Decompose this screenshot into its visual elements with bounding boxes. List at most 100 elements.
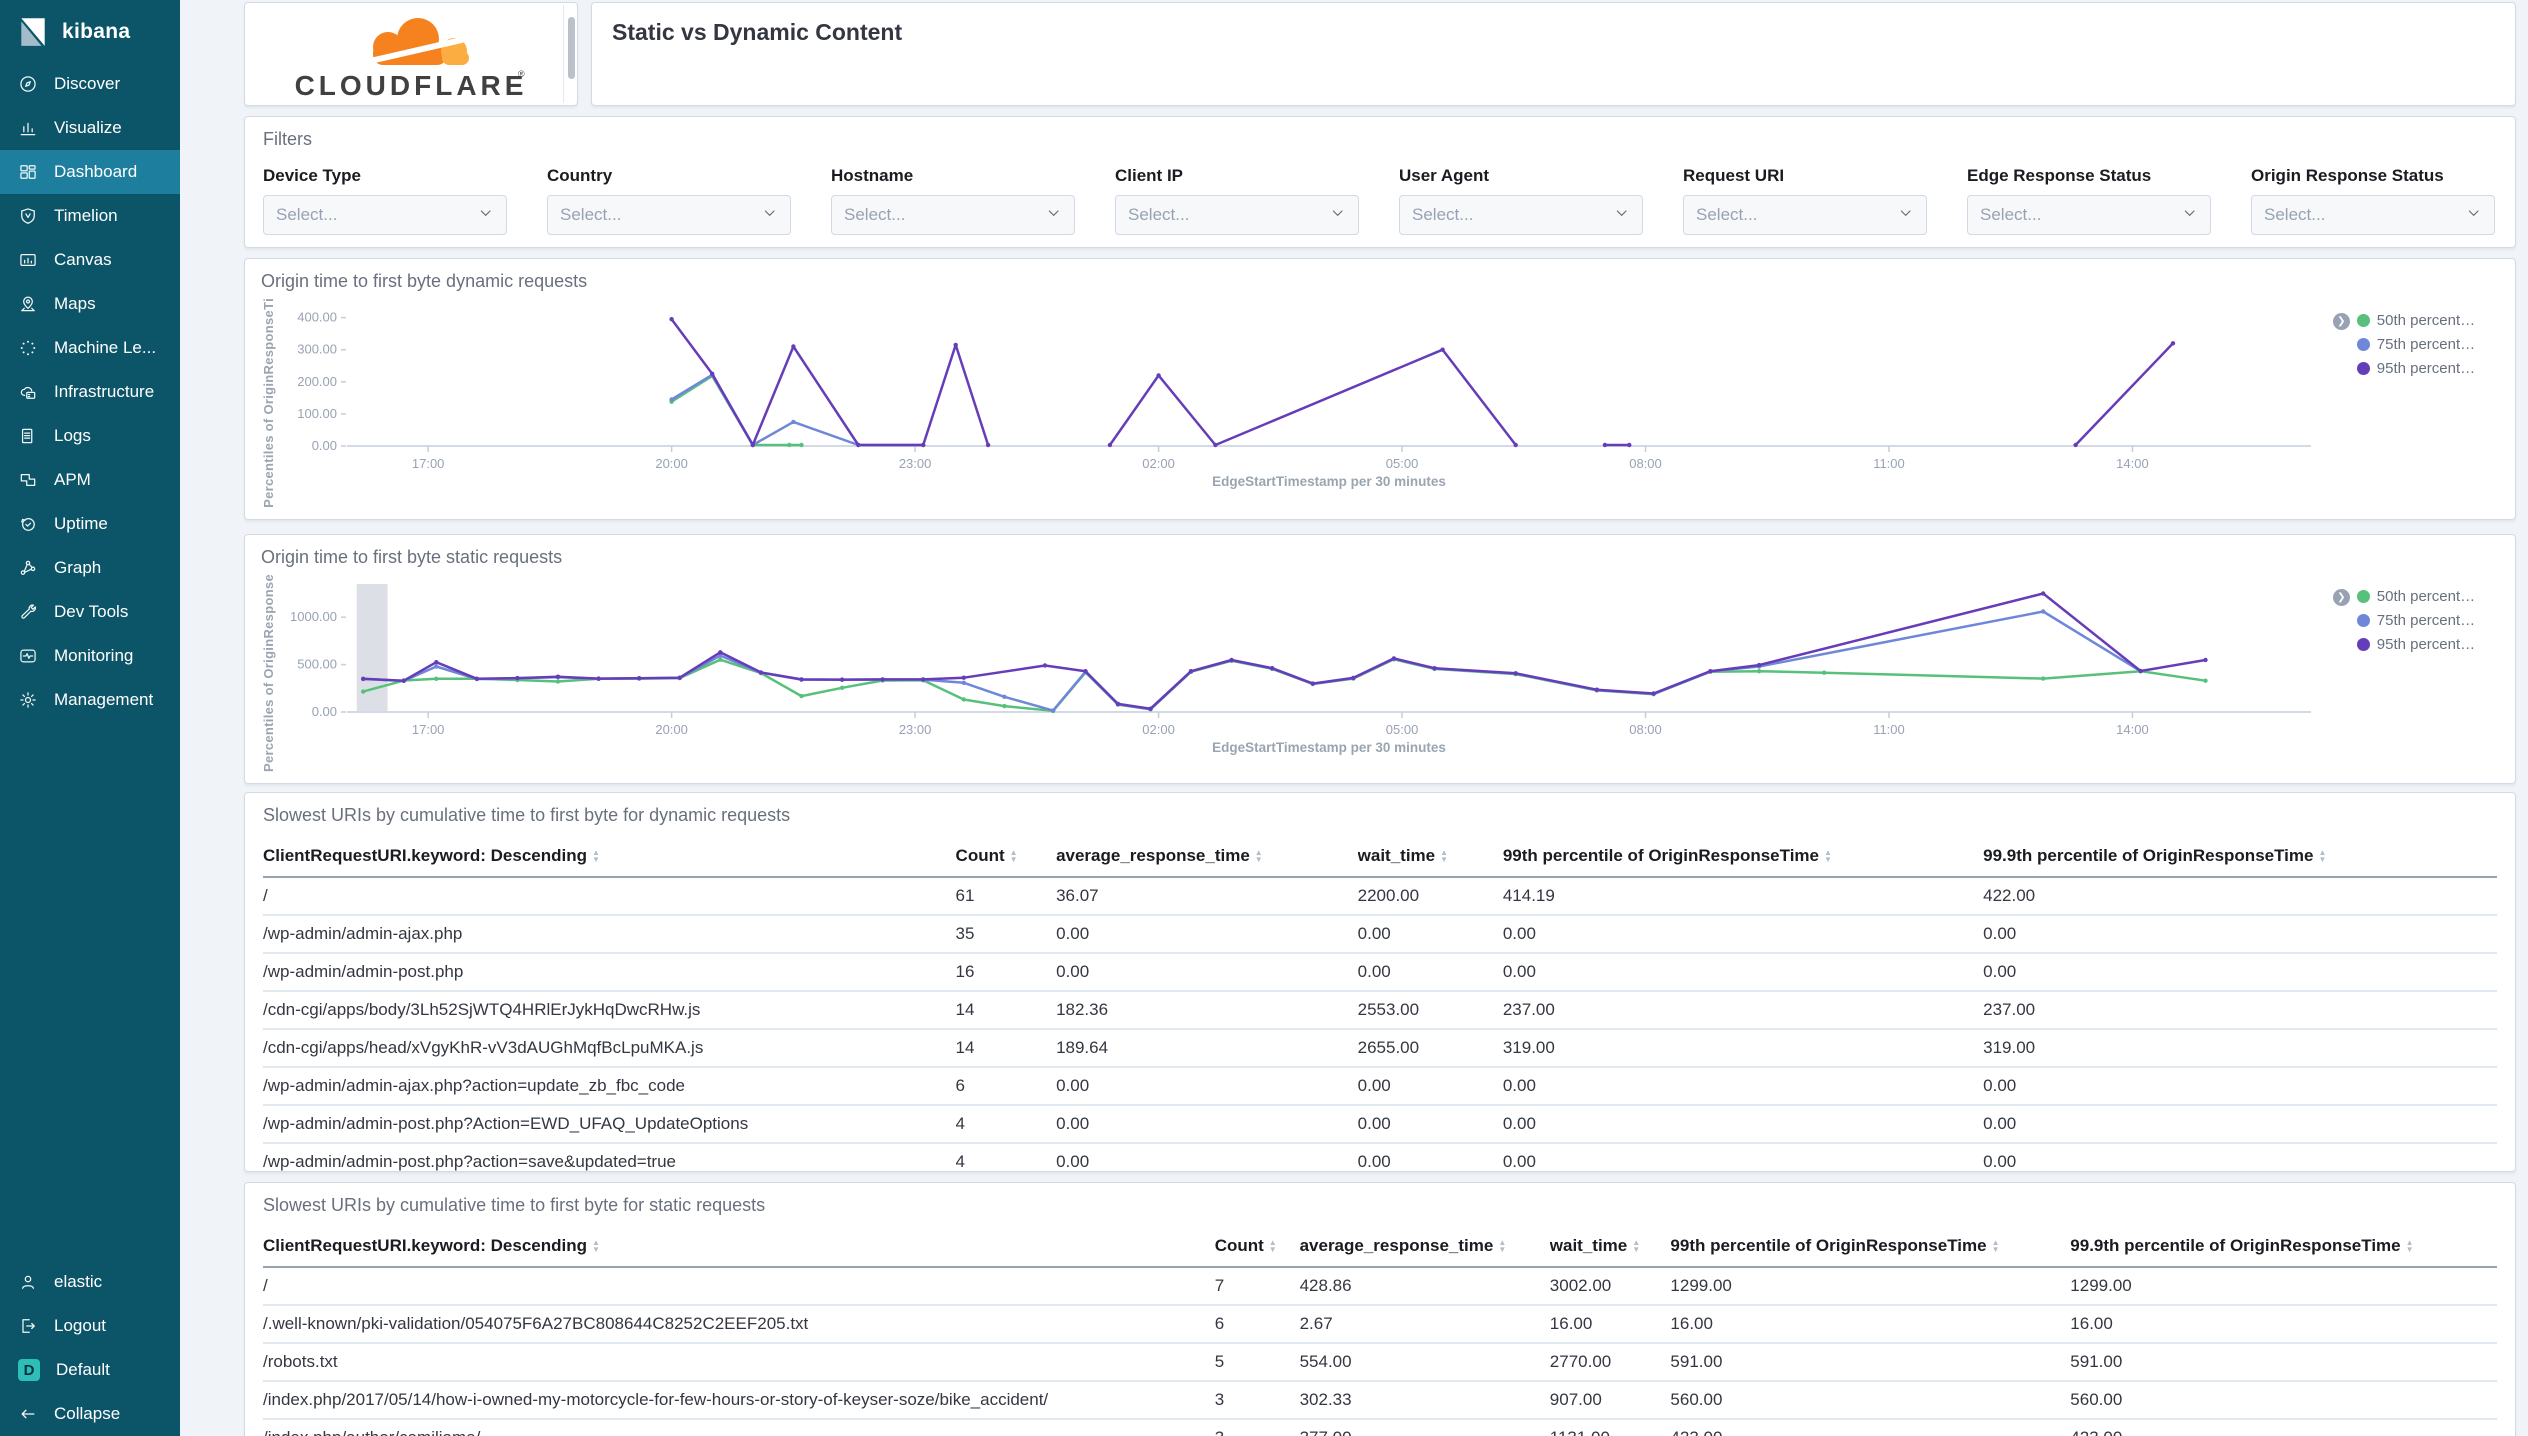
- sidebar-item-graph[interactable]: Graph: [0, 546, 180, 590]
- legend-color-dot: [2356, 614, 2370, 627]
- maps-icon: [18, 294, 38, 314]
- filter-select-origin-response-status[interactable]: Select...: [2251, 195, 2495, 235]
- sidebar-item-apm[interactable]: APM: [0, 458, 180, 502]
- slowest-uris-static-table: ClientRequestURI.keyword: Descending ▲ ▼ Co…: [263, 1226, 2497, 1436]
- column-header-count[interactable]: Count ▲ ▼: [1214, 1226, 1300, 1268]
- sidebar-item-timelion[interactable]: Timelion: [0, 194, 180, 238]
- value-cell: 591.00: [2070, 1343, 2497, 1382]
- line-chart-static[interactable]: 0.00 500.00 1000.00 17:00 20:00 23:00 02:00 05:…: [283, 574, 2323, 756]
- sidebar-item-logs[interactable]: Logs: [0, 414, 180, 458]
- column-header-99-9th-percentile-of-originresponsetime[interactable]: 99.9th percentile of OriginResponseTime ▲…: [2070, 1226, 2497, 1268]
- sidebar-item-label: Logs: [54, 426, 91, 445]
- legend-item-75th-percentile[interactable]: 75th percent…: [2356, 612, 2476, 629]
- filters-panel: Filters Device Type Select... Country Selec…: [244, 116, 2516, 248]
- sidebar-item-canvas[interactable]: Canvas: [0, 238, 180, 282]
- column-header-wait-time[interactable]: wait_time ▲ ▼: [1549, 1226, 1671, 1268]
- uri-cell: /: [263, 877, 956, 916]
- value-cell: 907.00: [1549, 1381, 1671, 1420]
- sidebar-item-label: Dashboard: [54, 162, 138, 181]
- value-cell: 0.00: [1357, 915, 1503, 954]
- sidebar-item-label: Collapse: [54, 1404, 121, 1423]
- sidebar-item-logout[interactable]: Logout: [0, 1304, 180, 1348]
- legend-toggle-icon[interactable]: ❯: [2332, 589, 2350, 606]
- svg-text:14:00: 14:00: [2116, 722, 2149, 737]
- svg-text:EdgeStartTimestamp per 30 minu: EdgeStartTimestamp per 30 minutes: [1212, 474, 1446, 489]
- value-cell: 0.00: [1502, 1143, 1984, 1171]
- legend-item-50th-percentile[interactable]: 50th percent…: [2356, 588, 2475, 605]
- column-header-clientrequesturi-keyword-descending[interactable]: ClientRequestURI.keyword: Descending ▲ ▼: [263, 1226, 1215, 1268]
- column-header-count[interactable]: Count ▲ ▼: [955, 836, 1057, 878]
- sidebar-item-default[interactable]: D Default: [0, 1348, 180, 1392]
- legend-toggle-icon[interactable]: ❯: [2332, 313, 2350, 330]
- kibana-logo[interactable]: kibana: [0, 0, 180, 62]
- legend-item-95th-percentile[interactable]: 95th percent…: [2356, 636, 2475, 653]
- chart-panel-static: Origin time to first byte static request…: [244, 534, 2516, 784]
- svg-text:08:00: 08:00: [1629, 722, 1662, 737]
- filter-select-user-agent[interactable]: Select...: [1399, 195, 1643, 235]
- table-row: /wp-admin/admin-ajax.php 35 0.00 0.00 0.00 0.…: [263, 915, 2497, 954]
- sidebar-item-uptime[interactable]: Uptime: [0, 502, 180, 546]
- filter-select-hostname[interactable]: Select...: [831, 195, 1075, 235]
- column-header-average-response-time[interactable]: average_response_time ▲ ▼: [1056, 836, 1358, 878]
- filter-select-country[interactable]: Select...: [547, 195, 791, 235]
- column-header-99th-percentile-of-originresponsetime[interactable]: 99th percentile of OriginResponseTime ▲ ▼: [1502, 836, 1984, 878]
- column-header-clientrequesturi-keyword-descending[interactable]: ClientRequestURI.keyword: Descending ▲ ▼: [263, 836, 956, 878]
- filter-select-device-type[interactable]: Select...: [263, 195, 507, 235]
- sidebar-item-dashboard[interactable]: Dashboard: [0, 150, 180, 194]
- column-header-wait-time[interactable]: wait_time ▲ ▼: [1357, 836, 1503, 878]
- sidebar-item-maps[interactable]: Maps: [0, 282, 180, 326]
- sort-carets-icon: ▲ ▼: [1632, 1237, 1641, 1254]
- sidebar-item-infrastructure[interactable]: Infrastructure: [0, 370, 180, 414]
- sidebar-item-monitoring[interactable]: Monitoring: [0, 634, 180, 678]
- select-placeholder: Select...: [1696, 205, 1758, 224]
- machine-learning-icon: [18, 338, 38, 358]
- sidebar-item-collapse[interactable]: Collapse: [0, 1392, 180, 1436]
- sidebar-item-label: Monitoring: [54, 646, 134, 665]
- filter-select-request-uri[interactable]: Select...: [1683, 195, 1927, 235]
- sidebar-item-dev-tools[interactable]: Dev Tools: [0, 590, 180, 634]
- column-header-99th-percentile-of-originresponsetime[interactable]: 99th percentile of OriginResponseTime ▲ ▼: [1670, 1226, 2071, 1268]
- filter-select-edge-response-status[interactable]: Select...: [1967, 195, 2211, 235]
- chart-title: Origin time to first byte dynamic reques…: [261, 271, 588, 291]
- line-chart-dynamic[interactable]: 0.00 100.00 200.00 300.00 400.00 17:00 20:00 23…: [283, 298, 2323, 490]
- sidebar-item-label: Discover: [54, 74, 121, 93]
- value-cell: 5: [1214, 1343, 1300, 1382]
- legend-label: 50th percent…: [2376, 312, 2476, 329]
- panel-scrollbar-thumb[interactable]: [568, 17, 575, 79]
- value-cell: 0.00: [1056, 915, 1358, 954]
- filter-select-client-ip[interactable]: Select...: [1115, 195, 1359, 235]
- legend-label: 75th percent…: [2376, 612, 2476, 629]
- uri-cell: /wp-admin/admin-post.php: [263, 953, 956, 992]
- logs-icon: [18, 426, 38, 446]
- column-header-label: 99th percentile of OriginResponseTime: [1502, 846, 1819, 865]
- table-row: /wp-admin/admin-post.php?action=save&upd…: [263, 1143, 2497, 1171]
- sidebar: kibana Discover Visualize Dashboard Timelio…: [0, 0, 180, 1436]
- timelion-icon: [18, 206, 38, 226]
- chevron-down-icon: [2466, 205, 2482, 226]
- uri-cell: /.well-known/pki-validation/054075F6A27B…: [263, 1305, 1215, 1344]
- legend-item-75th-percentile[interactable]: 75th percent…: [2356, 336, 2475, 353]
- sidebar-item-discover[interactable]: Discover: [0, 62, 180, 106]
- value-cell: 0.00: [1983, 1143, 2497, 1171]
- chart-legend: ❯ 50th percent… 75th percent… 95th percent…: [2323, 298, 2499, 508]
- table-row: /cdn-cgi/apps/head/xVgyKhR-vV3dAUGhMqfBc…: [263, 1029, 2497, 1068]
- sidebar-item-machine-le[interactable]: Machine Le...: [0, 326, 180, 370]
- svg-text:400.00: 400.00: [297, 310, 337, 325]
- legend-item-95th-percentile[interactable]: 95th percent…: [2356, 360, 2475, 377]
- value-cell: 0.00: [1983, 1105, 2497, 1144]
- svg-text:300.00: 300.00: [297, 342, 337, 357]
- chart-panel-dynamic: Origin time to first byte dynamic reques…: [244, 258, 2516, 520]
- sort-carets-icon: ▲ ▼: [1824, 847, 1832, 864]
- legend-item-50th-percentile[interactable]: 50th percent…: [2356, 312, 2476, 329]
- column-header-average-response-time[interactable]: average_response_time ▲ ▼: [1299, 1226, 1550, 1268]
- value-cell: 422.00: [1983, 877, 2497, 916]
- sidebar-item-label: Timelion: [54, 206, 118, 225]
- sidebar-item-management[interactable]: Management: [0, 678, 180, 722]
- chevron-down-icon: [1614, 205, 1630, 226]
- dashboard-title: Static vs Dynamic Content: [612, 19, 903, 45]
- column-header-99-9th-percentile-of-originresponsetime[interactable]: 99.9th percentile of OriginResponseTime ▲…: [1983, 836, 2497, 878]
- sidebar-item-visualize[interactable]: Visualize: [0, 106, 180, 150]
- chevron-down-icon: [762, 205, 778, 226]
- value-cell: 6: [1214, 1305, 1300, 1344]
- sidebar-item-elastic[interactable]: elastic: [0, 1260, 180, 1304]
